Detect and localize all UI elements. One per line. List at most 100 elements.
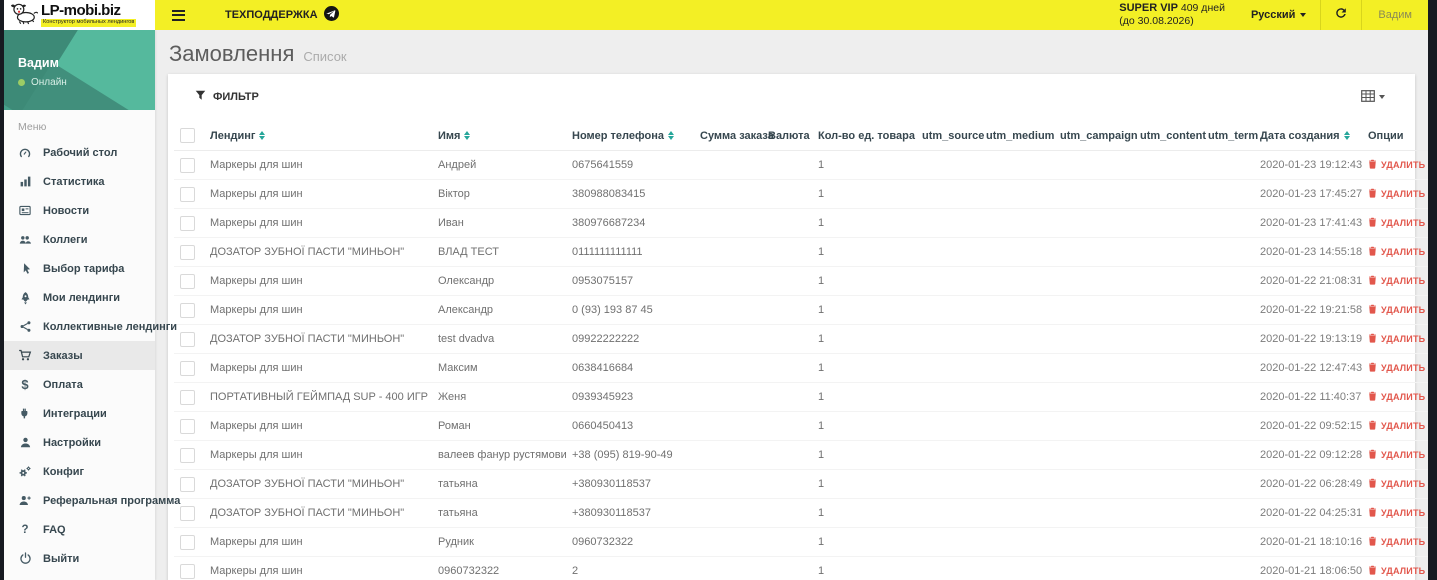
sidebar-item-faq[interactable]: ? FAQ: [4, 515, 155, 544]
cart-icon: [17, 349, 33, 362]
sort-icon[interactable]: [667, 131, 674, 140]
logo[interactable]: LP-mobi.biz Конструктор мобильных лендин…: [4, 0, 155, 30]
select-cell: [174, 353, 204, 383]
row-checkbox[interactable]: [180, 186, 195, 202]
options-cell: УДАЛИТЬ: [1362, 527, 1428, 557]
delete-button[interactable]: УДАЛИТЬ: [1368, 159, 1425, 171]
sort-icon[interactable]: [1343, 131, 1350, 140]
hamburger-menu-icon[interactable]: [168, 6, 189, 25]
row-checkbox[interactable]: [180, 273, 195, 289]
column-label: Сумма заказа: [700, 129, 774, 142]
delete-button[interactable]: УДАЛИТЬ: [1368, 449, 1425, 461]
row-checkbox[interactable]: [180, 302, 195, 318]
delete-button[interactable]: УДАЛИТЬ: [1368, 391, 1425, 403]
order-sum-cell: [694, 295, 762, 325]
language-dropdown[interactable]: Русский: [1237, 9, 1320, 21]
currency-cell: [762, 295, 812, 325]
delete-button[interactable]: УДАЛИТЬ: [1368, 217, 1425, 229]
delete-button[interactable]: УДАЛИТЬ: [1368, 362, 1425, 374]
sidebar-item-colleagues[interactable]: Коллеги: [4, 225, 155, 254]
row-checkbox[interactable]: [180, 476, 195, 492]
delete-button[interactable]: УДАЛИТЬ: [1368, 304, 1425, 316]
sort-icon[interactable]: [259, 131, 266, 140]
profile-status: Онлайн: [31, 77, 67, 88]
row-checkbox[interactable]: [180, 418, 195, 434]
utm-term-cell: [1202, 150, 1254, 180]
utm-campaign-cell: [1054, 237, 1134, 267]
utm-medium-cell: [980, 440, 1054, 470]
columns-toggle-button[interactable]: [1361, 89, 1385, 105]
row-checkbox[interactable]: [180, 534, 195, 550]
utm-medium-cell: [980, 150, 1054, 180]
delete-button[interactable]: УДАЛИТЬ: [1368, 188, 1425, 200]
qty-cell: 1: [812, 324, 916, 354]
utm-term-cell: [1202, 440, 1254, 470]
column-header-landing[interactable]: Лендинг: [204, 120, 432, 151]
row-checkbox[interactable]: [180, 215, 195, 231]
phone-cell: 0638416684: [566, 353, 694, 383]
delete-button[interactable]: УДАЛИТЬ: [1368, 507, 1425, 519]
delete-button[interactable]: УДАЛИТЬ: [1368, 565, 1425, 577]
sidebar-item-news[interactable]: Новости: [4, 196, 155, 225]
row-checkbox[interactable]: [180, 360, 195, 376]
row-checkbox[interactable]: [180, 563, 195, 579]
row-checkbox[interactable]: [180, 447, 195, 463]
utm-medium-cell: [980, 469, 1054, 499]
order-sum-cell: [694, 324, 762, 354]
delete-button[interactable]: УДАЛИТЬ: [1368, 275, 1425, 287]
row-checkbox[interactable]: [180, 389, 195, 405]
table-row: ДОЗАТОР ЗУБНОЇ ПАСТИ "МИНЬОН" татьяна +380…: [174, 469, 1428, 499]
delete-label: УДАЛИТЬ: [1381, 507, 1426, 518]
sidebar-item-referral[interactable]: Реферальная программа: [4, 486, 180, 515]
row-checkbox[interactable]: [180, 244, 195, 260]
row-checkbox[interactable]: [180, 331, 195, 347]
column-header-name[interactable]: Имя: [432, 120, 566, 151]
column-header-phone[interactable]: Номер телефона: [566, 120, 694, 151]
order-sum-cell: [694, 556, 762, 580]
utm-source-cell: [916, 237, 980, 267]
select-cell: [174, 237, 204, 267]
utm-term-cell: [1202, 295, 1254, 325]
phone-cell: 0939345923: [566, 382, 694, 412]
sidebar-item-logout[interactable]: Выйти: [4, 544, 155, 573]
column-header-created[interactable]: Дата создания: [1254, 120, 1362, 151]
sidebar-item-collective-landings[interactable]: Коллективные лендинги: [4, 312, 177, 341]
table-row: Маркеры для шин Роман 0660450413 1 2020-01-2…: [174, 411, 1428, 441]
utm-medium-cell: [980, 208, 1054, 238]
sort-icon[interactable]: [464, 131, 471, 140]
utm-campaign-cell: [1054, 527, 1134, 557]
name-cell: Роман: [432, 411, 566, 441]
sidebar-item-config[interactable]: Конфиг: [4, 457, 155, 486]
delete-button[interactable]: УДАЛИТЬ: [1368, 536, 1425, 548]
sidebar-item-settings[interactable]: Настройки: [4, 428, 155, 457]
phone-cell: 380976687234: [566, 208, 694, 238]
sidebar-item-statistics[interactable]: Статистика: [4, 167, 155, 196]
sidebar-item-tariff[interactable]: Выбор тарифа: [4, 254, 155, 283]
select-all-checkbox[interactable]: [180, 128, 195, 143]
question-icon: ?: [21, 523, 29, 536]
row-checkbox[interactable]: [180, 157, 195, 173]
topbar-username[interactable]: Вадим: [1362, 0, 1428, 30]
sidebar-item-my-landings[interactable]: Мои лендинги: [4, 283, 155, 312]
row-checkbox[interactable]: [180, 505, 195, 521]
sidebar-item-payment[interactable]: $ Оплата: [4, 370, 155, 399]
delete-button[interactable]: УДАЛИТЬ: [1368, 420, 1425, 432]
delete-button[interactable]: УДАЛИТЬ: [1368, 478, 1425, 490]
sidebar-item-integrations[interactable]: Интеграции: [4, 399, 155, 428]
sidebar-item-dashboard[interactable]: Рабочий стол: [4, 138, 155, 167]
column-label: Дата создания: [1260, 129, 1340, 142]
scrollbar-track[interactable]: [1428, 0, 1437, 580]
phone-cell: 0953075157: [566, 266, 694, 296]
utm-medium-cell: [980, 266, 1054, 296]
qty-cell: 1: [812, 440, 916, 470]
delete-button[interactable]: УДАЛИТЬ: [1368, 246, 1425, 258]
sidebar-item-orders[interactable]: Заказы: [4, 341, 155, 370]
utm-content-cell: [1134, 179, 1202, 209]
delete-button[interactable]: УДАЛИТЬ: [1368, 333, 1425, 345]
filter-button[interactable]: ФИЛЬТР: [195, 90, 259, 104]
support-button[interactable]: ТЕХПОДДЕРЖКА: [225, 6, 339, 24]
refresh-button[interactable]: [1321, 0, 1361, 30]
delete-label: УДАЛИТЬ: [1381, 159, 1426, 170]
utm-term-cell: [1202, 382, 1254, 412]
utm-content-cell: [1134, 266, 1202, 296]
